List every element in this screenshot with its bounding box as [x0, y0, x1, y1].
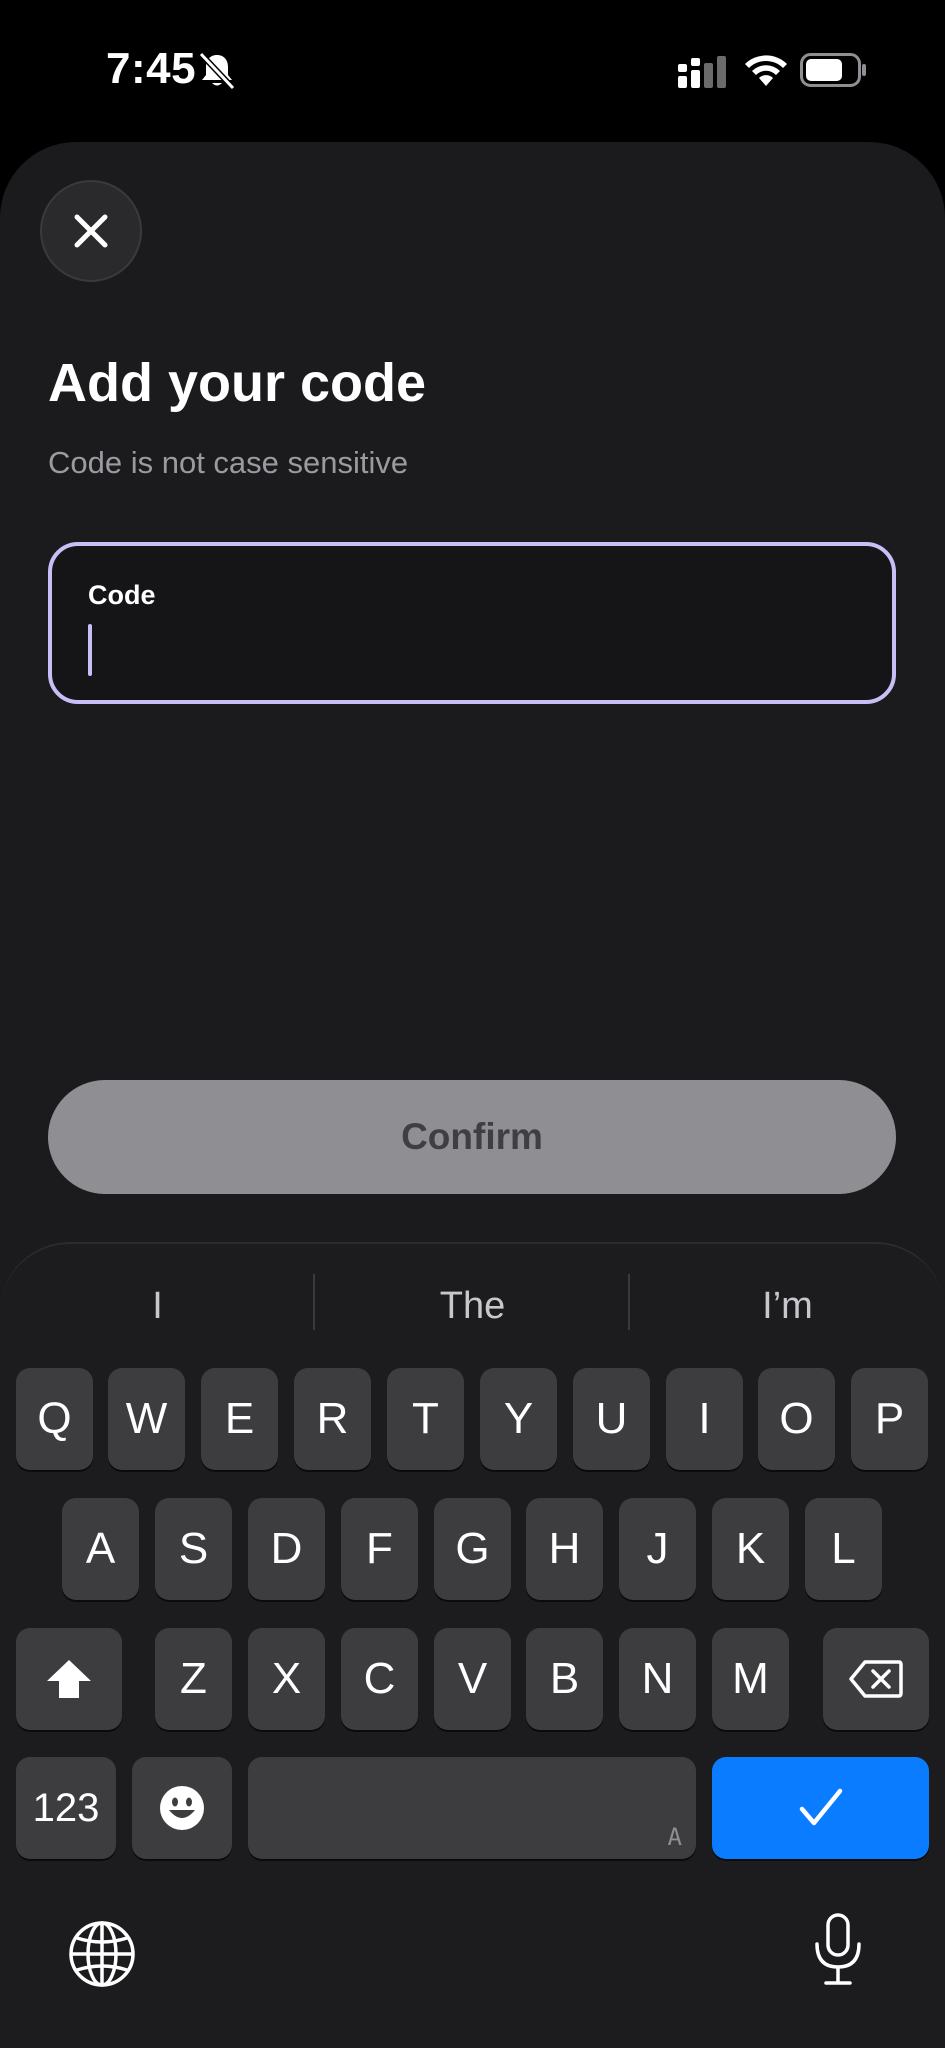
key-w[interactable]: W [108, 1368, 185, 1470]
key-b[interactable]: B [526, 1628, 603, 1730]
status-time: 7:45 [106, 44, 197, 93]
battery-icon [800, 53, 866, 87]
code-field[interactable]: Code [48, 542, 896, 704]
suggestion-item[interactable]: The [315, 1274, 630, 1338]
key-d[interactable]: D [248, 1498, 325, 1600]
suggestion-item[interactable]: I [0, 1274, 315, 1338]
key-y[interactable]: Y [480, 1368, 557, 1470]
close-icon [74, 214, 108, 248]
text-caret [88, 624, 92, 676]
checkmark-icon [799, 1788, 842, 1826]
signal-icon [678, 56, 726, 88]
key-z[interactable]: Z [155, 1628, 232, 1730]
emoji-icon [160, 1786, 204, 1830]
close-button[interactable] [40, 180, 142, 282]
wifi-icon [745, 55, 787, 86]
space-key[interactable]: A [248, 1757, 696, 1859]
key-p[interactable]: P [851, 1368, 928, 1470]
key-i[interactable]: I [666, 1368, 743, 1470]
shift-key[interactable] [16, 1628, 122, 1730]
code-field-label: Code [88, 580, 156, 610]
key-k[interactable]: K [712, 1498, 789, 1600]
page-subtitle: Code is not case sensitive [48, 445, 409, 480]
key-r[interactable]: R [294, 1368, 371, 1470]
key-t[interactable]: T [387, 1368, 464, 1470]
code-input[interactable] [86, 620, 856, 680]
suggestion-item[interactable]: I’m [630, 1274, 945, 1338]
key-j[interactable]: J [619, 1498, 696, 1600]
key-v[interactable]: V [434, 1628, 511, 1730]
key-l[interactable]: L [805, 1498, 882, 1600]
backspace-icon [849, 1660, 903, 1698]
key-g[interactable]: G [434, 1498, 511, 1600]
bell-slash-icon [198, 51, 236, 91]
key-x[interactable]: X [248, 1628, 325, 1730]
shift-icon [47, 1660, 91, 1698]
key-a[interactable]: A [62, 1498, 139, 1600]
key-u[interactable]: U [573, 1368, 650, 1470]
emoji-key[interactable] [132, 1757, 232, 1859]
page-title: Add your code [48, 353, 427, 413]
key-c[interactable]: C [341, 1628, 418, 1730]
status-bar: 7:45 [0, 0, 945, 140]
key-n[interactable]: N [619, 1628, 696, 1730]
confirm-button[interactable]: Confirm [48, 1080, 896, 1194]
key-o[interactable]: O [758, 1368, 835, 1470]
backspace-key[interactable] [823, 1628, 929, 1730]
key-q[interactable]: Q [16, 1368, 93, 1470]
key-s[interactable]: S [155, 1498, 232, 1600]
suggestion-bar: I The I’m [0, 1274, 945, 1338]
key-h[interactable]: H [526, 1498, 603, 1600]
space-key-hint: A [667, 1823, 682, 1851]
globe-icon[interactable] [66, 1918, 138, 1990]
key-e[interactable]: E [201, 1368, 278, 1470]
microphone-icon[interactable] [810, 1912, 866, 1988]
key-m[interactable]: M [712, 1628, 789, 1730]
numbers-key[interactable]: 123 [16, 1757, 116, 1859]
done-key[interactable] [712, 1757, 929, 1859]
key-f[interactable]: F [341, 1498, 418, 1600]
